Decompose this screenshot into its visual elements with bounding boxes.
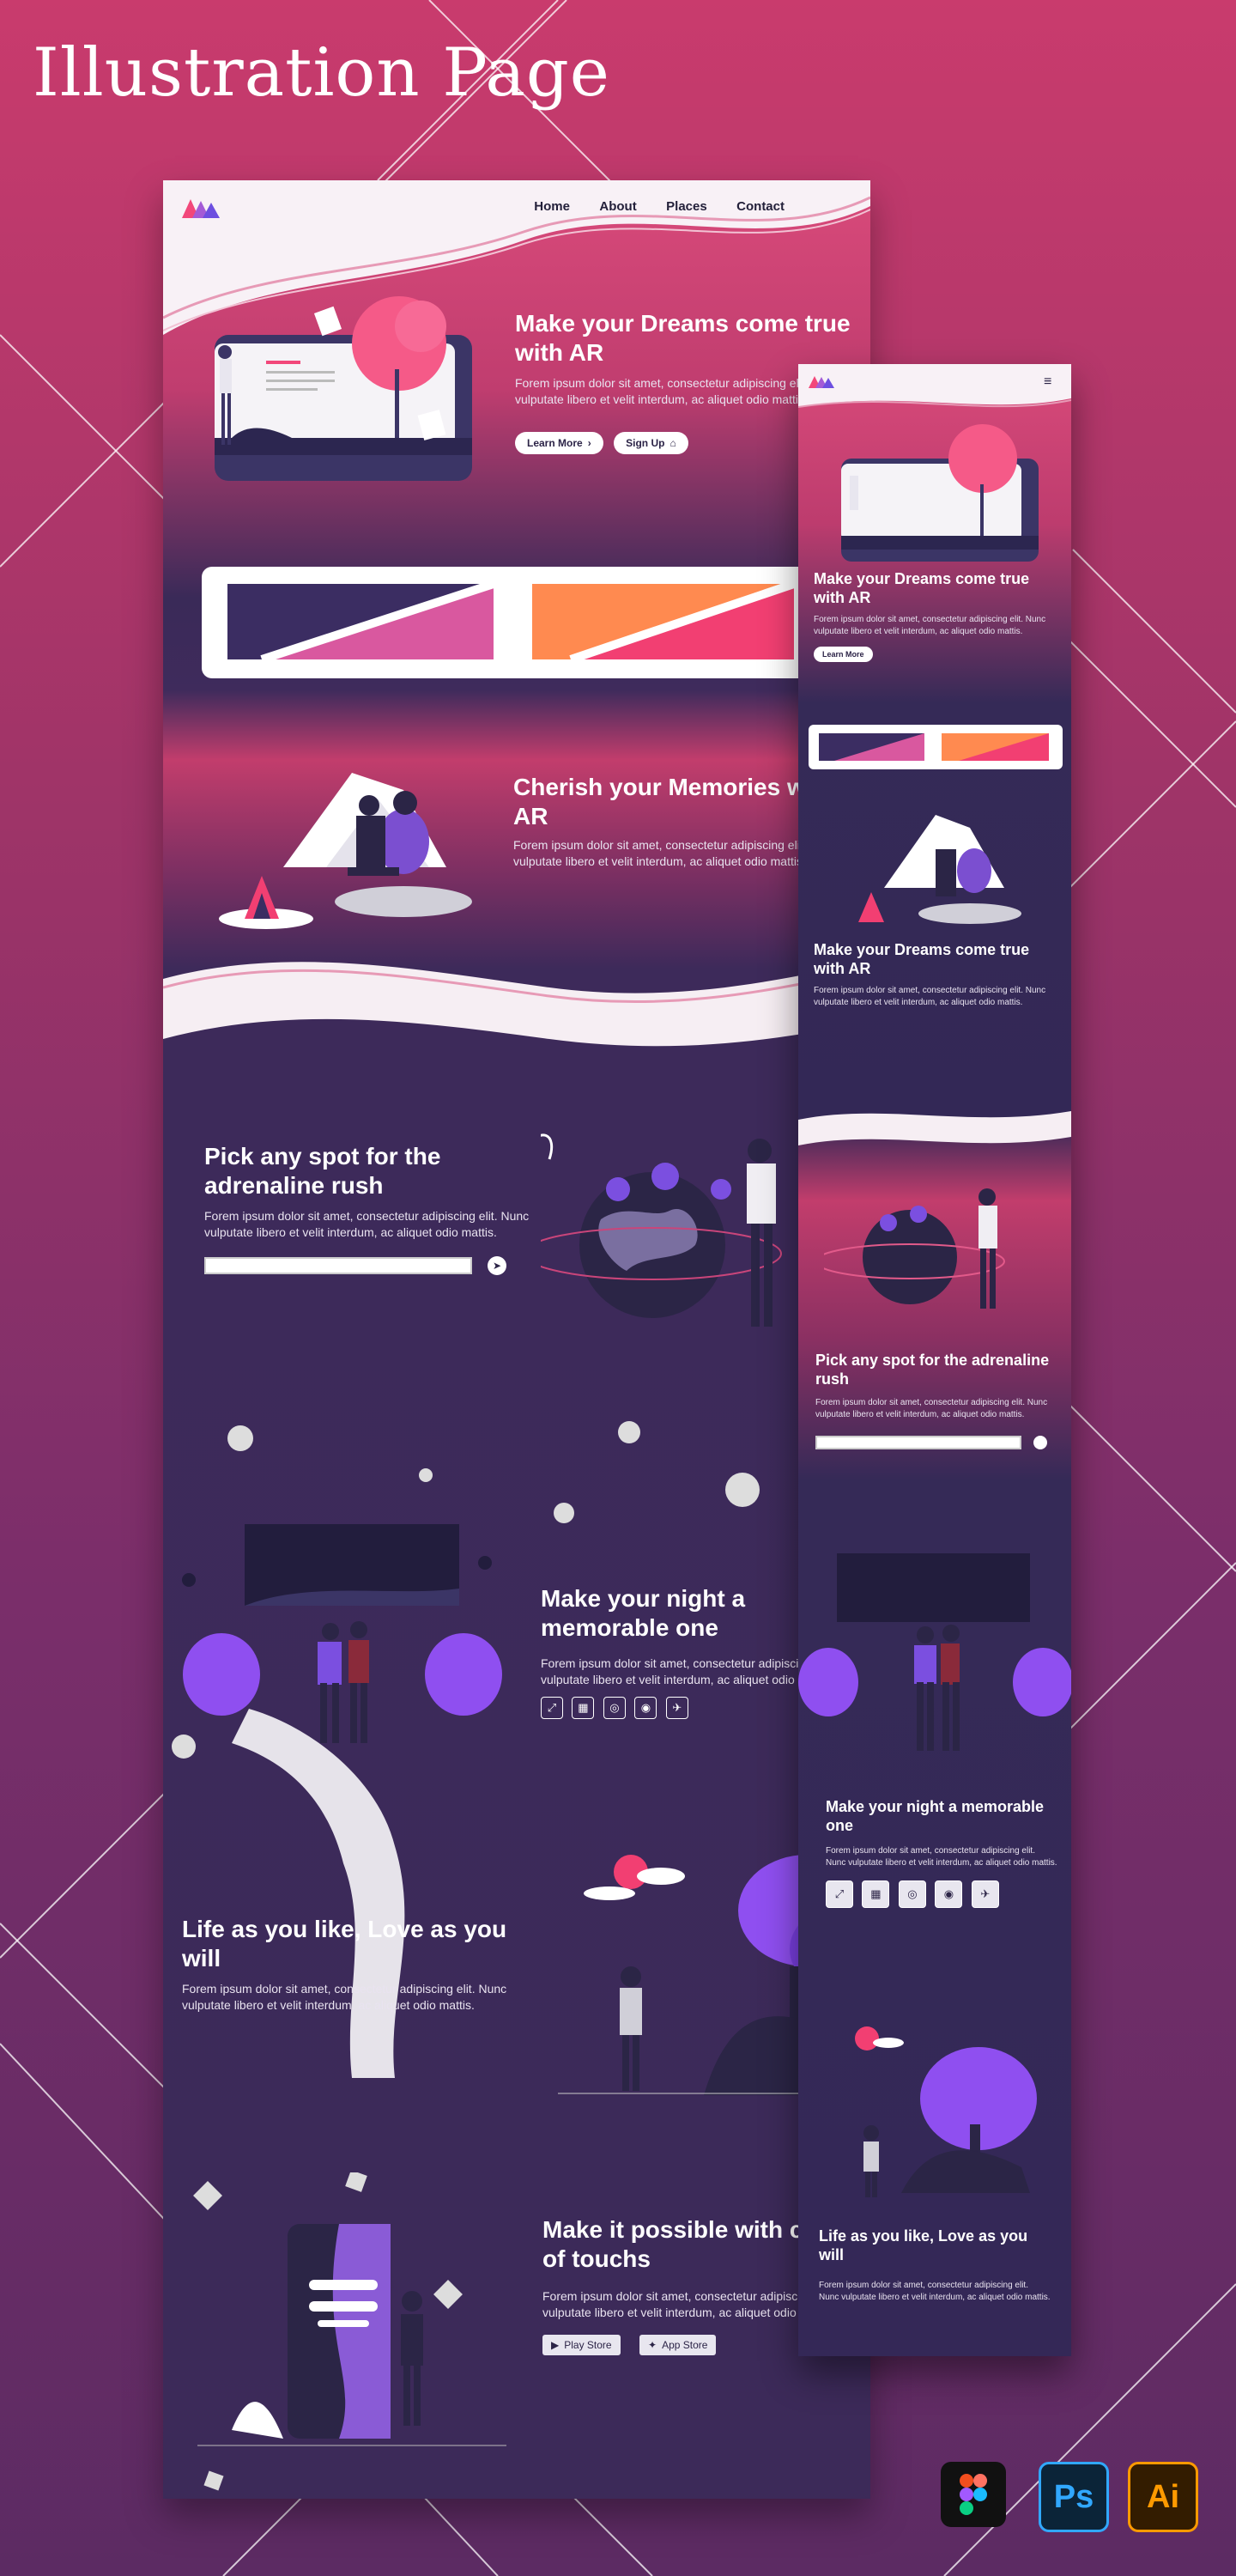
send-icon: ➤: [492, 1259, 502, 1272]
app-store-icon: ✦: [648, 2338, 657, 2351]
hamburger-menu-icon[interactable]: ≡: [1044, 374, 1051, 390]
app-store-button[interactable]: ✦ App Store: [639, 2334, 717, 2355]
decor-circle: [725, 1473, 760, 1507]
mobile-life-text: Forem ipsum dolor sit amet, consectetur …: [819, 2281, 1051, 2302]
sign-up-button[interactable]: Sign Up ⌂: [614, 431, 688, 454]
mobile-hero-illustration: [841, 424, 1039, 562]
desktop-nav: Home About Places Contact: [508, 199, 785, 215]
mobile-logo[interactable]: [809, 374, 834, 390]
desktop-mockup: Home About Places Contact Make your Drea…: [163, 180, 870, 2499]
life-title: Life as you like, Love as you will: [182, 1916, 507, 1971]
decor-circle: [554, 1503, 574, 1523]
play-store-label: Play Store: [564, 2338, 612, 2351]
mobile-middle-wave: [798, 1111, 1071, 1145]
life-text: Forem ipsum dolor sit amet, consectetur …: [182, 1982, 507, 2013]
mobile-compass-icon[interactable]: ◎: [898, 1880, 926, 1909]
logo[interactable]: [182, 196, 221, 220]
mobile-life-illustration: [855, 2026, 1037, 2197]
nav-home[interactable]: Home: [534, 199, 570, 214]
middle-wave: [163, 962, 870, 1047]
calendar-icon[interactable]: ▦: [572, 1696, 595, 1719]
mobile-spot-text: Forem ipsum dolor sit amet, consectetur …: [815, 1398, 1048, 1419]
photoshop-icon: Ps: [1039, 2462, 1109, 2532]
mobile-color-banner: [809, 725, 1063, 769]
figma-logo-shape: [960, 2474, 987, 2515]
spot-section: Pick any spot for the adrenaline rush Fo…: [204, 1142, 530, 1275]
mobile-hero-section: Make your Dreams come true with AR Forem…: [814, 570, 1063, 663]
mobile-life-section: Life as you like, Love as you will Forem…: [819, 2227, 1051, 2303]
hero-illustration: [215, 296, 472, 481]
play-icon: ▶: [551, 2338, 560, 2351]
mobile-learn-more-button[interactable]: Learn More: [814, 647, 873, 663]
spot-text: Forem ipsum dolor sit amet, consectetur …: [204, 1209, 530, 1240]
figma-icon: [941, 2462, 1006, 2527]
hero-title: Make your Dreams come true with AR: [515, 310, 851, 366]
mobile-expand-icon[interactable]: ⤢: [826, 1880, 853, 1909]
mobile-night-illustration: [798, 1553, 1071, 1751]
nav-about[interactable]: About: [599, 199, 636, 214]
mobile-life-title: Life as you like, Love as you will: [819, 2227, 1028, 2263]
app-store-label: App Store: [662, 2338, 708, 2351]
life-section: Life as you like, Love as you will Forem…: [182, 1915, 508, 2014]
mobile-night-section: Make your night a memorable one Forem ip…: [826, 1798, 1057, 1909]
phone-illustration: [193, 2172, 506, 2491]
mobile-camera-icon[interactable]: ◉: [935, 1880, 963, 1909]
nav-contact[interactable]: Contact: [736, 199, 785, 214]
mobile-hero-title: Make your Dreams come true with AR: [814, 570, 1030, 606]
mobile-globe-illustration: [824, 1188, 1005, 1309]
compass-icon[interactable]: ◎: [603, 1696, 626, 1719]
mobile-dreams-section: Make your Dreams come true with AR Forem…: [814, 941, 1063, 1008]
mobile-dreams-text: Forem ipsum dolor sit amet, consectetur …: [814, 986, 1046, 1007]
cherish-illustration: [219, 773, 472, 929]
email-input[interactable]: [204, 1256, 472, 1274]
mobile-dreams-title: Make your Dreams come true with AR: [814, 941, 1030, 977]
sign-up-label: Sign Up: [626, 436, 665, 449]
play-store-button[interactable]: ▶ Play Store: [542, 2334, 621, 2355]
nav-places[interactable]: Places: [666, 199, 707, 214]
spot-title: Pick any spot for the adrenaline rush: [204, 1143, 441, 1199]
mobile-hero-text: Forem ipsum dolor sit amet, consectetur …: [814, 615, 1046, 636]
mobile-send-button[interactable]: [1033, 1436, 1047, 1450]
send-button[interactable]: ➤: [488, 1255, 506, 1275]
decor-circle: [419, 1468, 433, 1482]
mobile-mockup: ≡ Make your Dreams come true with AR For…: [798, 364, 1071, 2356]
chevron-right-icon: ›: [587, 436, 591, 449]
mobile-calendar-icon[interactable]: ▦: [862, 1880, 890, 1909]
decor-circle: [227, 1425, 253, 1451]
telescope-icon[interactable]: ✈: [665, 1696, 688, 1719]
showcase-title: Illustration Page: [33, 34, 610, 112]
mobile-spot-section: Pick any spot for the adrenaline rush Fo…: [815, 1352, 1064, 1450]
expand-icon[interactable]: ⤢: [541, 1696, 563, 1719]
home-icon: ⌂: [670, 436, 676, 449]
camera-icon[interactable]: ◉: [634, 1696, 657, 1719]
mobile-telescope-icon[interactable]: ✈: [971, 1880, 999, 1909]
mobile-night-text: Forem ipsum dolor sit amet, consectetur …: [826, 1846, 1057, 1868]
mobile-spot-title: Pick any spot for the adrenaline rush: [815, 1352, 1050, 1388]
mobile-cherish-illustration: [858, 815, 1021, 924]
mobile-learn-more-label: Learn More: [822, 650, 864, 659]
mobile-header-wave: [798, 364, 1071, 408]
mobile-night-title: Make your night a memorable one: [826, 1798, 1045, 1834]
color-banner: [202, 567, 870, 678]
learn-more-label: Learn More: [527, 436, 583, 449]
learn-more-button[interactable]: Learn More ›: [515, 431, 603, 454]
mobile-email-input[interactable]: [815, 1436, 1021, 1450]
illustrator-icon: Ai: [1128, 2462, 1198, 2532]
decor-circle: [618, 1421, 640, 1443]
